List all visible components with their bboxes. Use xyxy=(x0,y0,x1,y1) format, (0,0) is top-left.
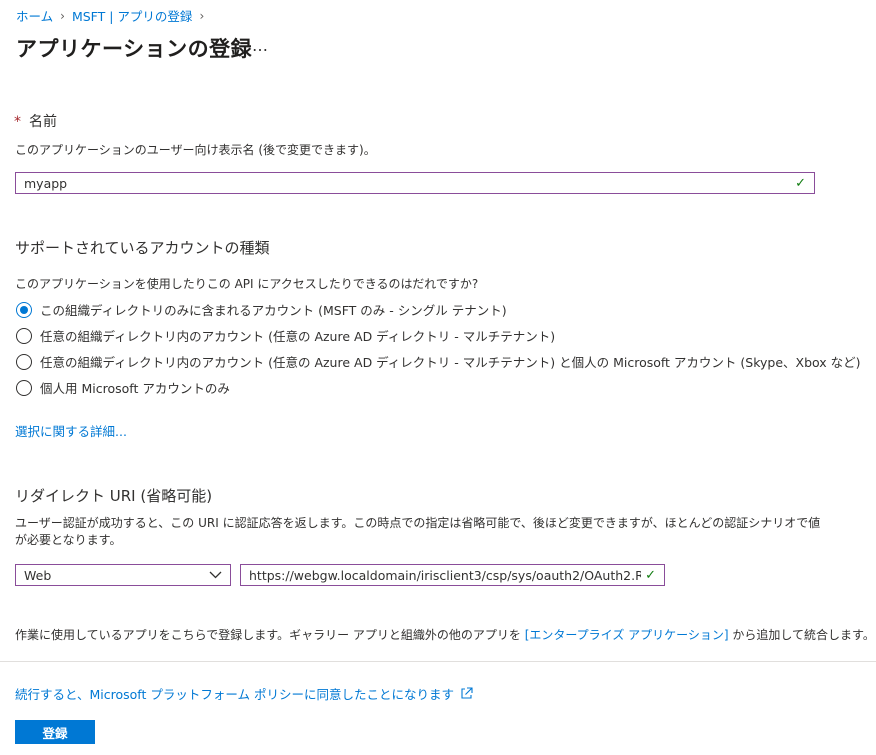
name-label: * 名前 xyxy=(14,111,57,131)
platform-policy-link[interactable]: 続行すると、Microsoft プラットフォーム ポリシーに同意したことになりま… xyxy=(15,684,454,703)
radio-button[interactable] xyxy=(16,327,32,344)
platform-select[interactable]: Web xyxy=(15,564,231,586)
breadcrumb: ホーム › MSFT | アプリの登録 › xyxy=(16,6,204,25)
name-description: このアプリケーションのユーザー向け表示名 (後で変更できます)。 xyxy=(15,143,376,157)
platform-select-value: Web xyxy=(24,567,52,583)
more-options-button[interactable]: … xyxy=(252,36,268,55)
accounts-question: このアプリケーションを使用したりこの API にアクセスしたりできるのはだれです… xyxy=(15,277,479,291)
account-option-single-tenant[interactable]: この組織ディレクトリのみに含まれるアカウント (MSFT のみ - シングル テ… xyxy=(16,300,507,319)
required-mark: * xyxy=(14,114,21,130)
account-option-multitenant-personal[interactable]: 任意の組織ディレクトリ内のアカウント (任意の Azure AD ディレクトリ … xyxy=(16,352,861,371)
breadcrumb-home-link[interactable]: ホーム xyxy=(16,6,53,25)
chevron-down-icon xyxy=(209,571,222,579)
accounts-heading: サポートされているアカウントの種類 xyxy=(15,239,270,257)
policy-link-row[interactable]: 続行すると、Microsoft プラットフォーム ポリシーに同意したことになりま… xyxy=(15,684,473,703)
radio-button[interactable] xyxy=(16,353,32,370)
breadcrumb-separator: › xyxy=(60,8,65,23)
radio-button[interactable] xyxy=(16,379,32,396)
account-option-label: 任意の組織ディレクトリ内のアカウント (任意の Azure AD ディレクトリ … xyxy=(40,329,556,344)
valid-check-icon: ✓ xyxy=(795,175,806,191)
account-option-label: 個人用 Microsoft アカウントのみ xyxy=(40,381,230,396)
breadcrumb-app-registrations-link[interactable]: MSFT | アプリの登録 xyxy=(72,6,192,25)
redirect-uri-heading: リダイレクト URI (省略可能) xyxy=(15,487,213,505)
valid-check-icon: ✓ xyxy=(645,567,656,583)
divider xyxy=(0,661,876,662)
account-option-label: 任意の組織ディレクトリ内のアカウント (任意の Azure AD ディレクトリ … xyxy=(40,355,861,370)
name-label-text: 名前 xyxy=(29,114,57,130)
external-link-icon[interactable] xyxy=(460,687,473,700)
radio-button-checked[interactable] xyxy=(16,301,32,318)
redirect-uri-value[interactable]: https://webgw.localdomain/irisclient3/cs… xyxy=(249,568,641,583)
registration-note: 作業に使用しているアプリをこちらで登録します。ギャラリー アプリと組織外の他のア… xyxy=(15,626,875,643)
account-option-label: この組織ディレクトリのみに含まれるアカウント (MSFT のみ - シングル テ… xyxy=(40,303,507,318)
name-input[interactable]: myapp ✓ xyxy=(15,172,815,194)
account-option-multitenant[interactable]: 任意の組織ディレクトリ内のアカウント (任意の Azure AD ディレクトリ … xyxy=(16,326,555,345)
breadcrumb-separator: › xyxy=(199,8,205,23)
name-input-value[interactable]: myapp xyxy=(24,176,791,191)
account-option-personal-only[interactable]: 個人用 Microsoft アカウントのみ xyxy=(16,378,230,397)
register-button[interactable]: 登録 xyxy=(15,720,95,744)
selection-help-link[interactable]: 選択に関する詳細... xyxy=(15,421,127,440)
enterprise-applications-link[interactable]: [エンタープライズ アプリケーション] xyxy=(525,628,729,642)
page-title: アプリケーションの登録 xyxy=(16,37,253,61)
redirect-uri-input[interactable]: https://webgw.localdomain/irisclient3/cs… xyxy=(240,564,665,586)
registration-note-suffix: から追加して統合します。 xyxy=(728,628,875,642)
registration-note-prefix: 作業に使用しているアプリをこちらで登録します。ギャラリー アプリと組織外の他のア… xyxy=(15,628,525,642)
redirect-uri-description: ユーザー認証が成功すると、この URI に認証応答を返します。この時点での指定は… xyxy=(15,516,821,547)
